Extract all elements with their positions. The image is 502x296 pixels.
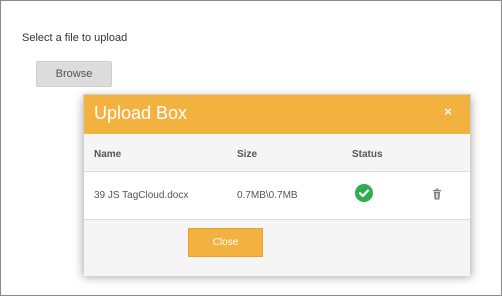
select-file-label: Select a file to upload — [22, 32, 128, 44]
modal-title: Upload Box — [94, 103, 188, 123]
table-header: Name Size Status — [84, 134, 470, 172]
column-header-size: Size — [237, 149, 258, 160]
file-name: 39 JS TagCloud.docx — [94, 190, 189, 201]
column-header-name: Name — [94, 149, 122, 160]
close-button[interactable]: Close — [188, 228, 263, 257]
check-mark-glyph — [358, 189, 370, 198]
browse-button[interactable]: Browse — [36, 61, 112, 87]
trash-glyph — [433, 188, 441, 200]
upload-modal: Upload Box × Name Size Status 39 JS TagC… — [83, 94, 471, 276]
modal-header: Upload Box × — [84, 95, 470, 134]
table-row: 39 JS TagCloud.docx 0.7MB\0.7MB — [84, 172, 470, 220]
app-frame: Select a file to upload Browse Upload Bo… — [0, 0, 502, 296]
check-circle-icon — [355, 184, 373, 202]
column-header-status: Status — [352, 149, 383, 160]
file-size: 0.7MB\0.7MB — [237, 190, 298, 201]
close-icon[interactable]: × — [442, 105, 454, 118]
trash-icon[interactable] — [432, 188, 442, 200]
modal-footer: Close — [84, 220, 470, 276]
